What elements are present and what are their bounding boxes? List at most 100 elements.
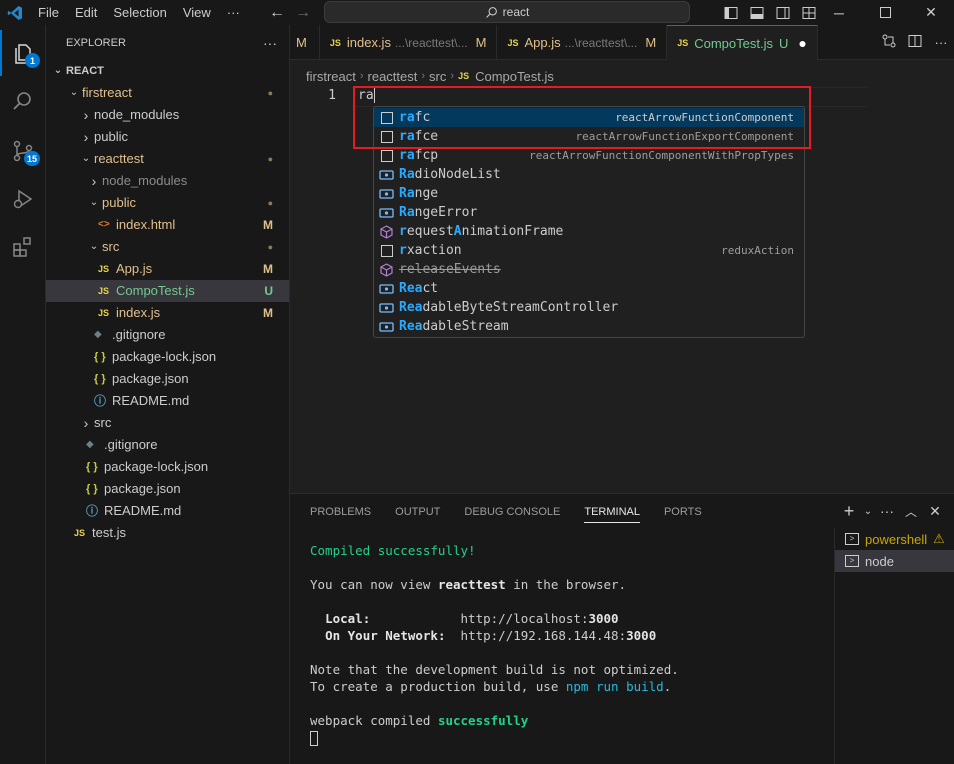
tree-item[interactable]: ⌄ src ● <box>46 236 289 258</box>
extensions-icon[interactable] <box>0 224 46 270</box>
tree-item[interactable]: { } package-lock.json <box>46 346 289 368</box>
maximize-icon[interactable] <box>862 0 908 25</box>
suggestion-item[interactable]: RadioNodeList <box>374 165 804 184</box>
chevron-right-icon: › <box>91 173 97 189</box>
tab-app-js[interactable]: JS App.js ...\reacttest\... M <box>497 25 668 60</box>
source-control-icon[interactable]: 15 <box>0 128 46 174</box>
explorer-icon[interactable]: 1 <box>0 30 46 76</box>
explorer-title: EXPLORER <box>66 36 126 49</box>
tree-item[interactable]: JS index.js M <box>46 302 289 324</box>
toggle-panel-icon[interactable] <box>744 0 770 25</box>
breadcrumb-item[interactable]: src <box>429 69 446 84</box>
js-icon: JS <box>677 38 689 48</box>
new-terminal-icon[interactable]: + <box>838 500 860 522</box>
breadcrumb-item[interactable]: CompoTest.js <box>475 69 554 84</box>
tree-item[interactable]: <> index.html M <box>46 214 289 236</box>
suggestion-item[interactable]: rxaction reduxAction <box>374 241 804 260</box>
explorer-more-actions[interactable]: ··· <box>263 35 277 51</box>
maximize-panel-icon[interactable]: ︿ <box>900 500 922 522</box>
tree-item[interactable]: { } package-lock.json <box>46 456 289 478</box>
tab-debug-console[interactable]: DEBUG CONSOLE <box>464 494 572 531</box>
tree-item[interactable]: { } package.json <box>46 368 289 390</box>
split-editor-icon[interactable] <box>902 33 928 52</box>
more-actions-icon[interactable]: ··· <box>928 35 954 50</box>
js-icon: JS <box>507 37 519 48</box>
tree-item[interactable]: › node_modules <box>46 170 289 192</box>
tab-compotest-js[interactable]: JS CompoTest.js U ● <box>667 25 818 60</box>
menu-file[interactable]: File <box>30 0 67 25</box>
git-status-indicator: ● <box>267 88 273 98</box>
workspace-section[interactable]: ⌄ REACT <box>46 60 289 82</box>
tree-item[interactable]: JS test.js <box>46 522 289 544</box>
tree-item[interactable]: › src <box>46 412 289 434</box>
chevron-right-icon: › <box>83 107 89 123</box>
suggestion-item[interactable]: RangeError <box>374 203 804 222</box>
menu-view[interactable]: View <box>175 0 219 25</box>
suggestion-item[interactable]: releaseEvents <box>374 260 804 279</box>
suggestion-item[interactable]: ReadableStream <box>374 317 804 336</box>
editor-tabs: M JS index.js ...\reacttest\... M JS App… <box>290 25 954 60</box>
source-control-badge: 15 <box>23 151 40 166</box>
terminal-item-node[interactable]: > node <box>835 550 954 572</box>
menu-more[interactable]: ··· <box>219 0 248 25</box>
tree-item[interactable]: ⓘ README.md <box>46 390 289 412</box>
title-bar: File Edit Selection View ··· ← → react ─… <box>0 0 954 25</box>
terminal-item-powershell[interactable]: > powershell ⚠ <box>835 528 954 550</box>
breadcrumb-item[interactable]: reacttest <box>368 69 418 84</box>
close-panel-icon[interactable]: ✕ <box>924 500 946 522</box>
json-icon: { } <box>94 373 106 385</box>
tree-item[interactable]: JS App.js M <box>46 258 289 280</box>
command-center-search[interactable]: react <box>324 1 690 23</box>
variable-icon <box>377 167 396 182</box>
suggestion-item[interactable]: Range <box>374 184 804 203</box>
back-arrow-icon[interactable]: ← <box>264 0 290 25</box>
toggle-primary-sidebar-icon[interactable] <box>718 0 744 25</box>
search-view-icon[interactable] <box>0 78 46 124</box>
suggestion-label: RadioNodeList <box>399 167 501 182</box>
variable-icon <box>377 319 396 334</box>
tree-item[interactable]: ⌄ reacttest ● <box>46 148 289 170</box>
menu-edit[interactable]: Edit <box>67 0 105 25</box>
chevron-down-icon: ⌄ <box>53 65 63 76</box>
tab-problems[interactable]: PROBLEMS <box>310 494 383 531</box>
activity-bar: 1 15 <box>0 25 46 764</box>
tab-terminal[interactable]: TERMINAL <box>584 494 640 523</box>
suggestion-item[interactable]: requestAnimationFrame <box>374 222 804 241</box>
close-window-icon[interactable]: ✕ <box>908 0 954 25</box>
tab-output[interactable]: OUTPUT <box>395 494 452 531</box>
tab-ports[interactable]: PORTS <box>664 494 714 531</box>
chevron-down-icon[interactable]: ⌄ <box>862 500 874 522</box>
forward-arrow-icon[interactable]: → <box>290 0 316 25</box>
compare-changes-icon[interactable] <box>876 33 902 52</box>
run-debug-icon[interactable] <box>0 176 46 222</box>
vscode-logo-icon <box>0 0 30 25</box>
tree-item[interactable]: ⌄ firstreact ● <box>46 82 289 104</box>
variable-icon <box>377 205 396 220</box>
tree-item[interactable]: { } package.json <box>46 478 289 500</box>
menu-selection[interactable]: Selection <box>105 0 174 25</box>
tree-item[interactable]: ⌄ public ● <box>46 192 289 214</box>
tree-item-label: node_modules <box>94 107 180 122</box>
tree-item-label: README.md <box>112 393 190 408</box>
terminal-list: > powershell ⚠ > node <box>834 528 954 764</box>
terminal-output[interactable]: Compiled successfully! You can now view … <box>310 542 679 746</box>
js-icon: JS <box>98 286 110 296</box>
tree-item[interactable]: › node_modules <box>46 104 289 126</box>
minimize-icon[interactable]: ─ <box>816 0 862 25</box>
tab-truncated[interactable]: M <box>290 25 320 60</box>
tree-item-label: package.json <box>112 371 189 386</box>
suggestion-item[interactable]: React <box>374 279 804 298</box>
unsaved-dot-icon[interactable]: ● <box>798 35 806 51</box>
tree-item[interactable]: ◆ .gitignore <box>46 324 289 346</box>
tree-item[interactable]: ⓘ README.md <box>46 500 289 522</box>
breadcrumb-item[interactable]: firstreact <box>306 69 356 84</box>
tree-item-label: index.html <box>116 217 176 232</box>
toggle-secondary-sidebar-icon[interactable] <box>770 0 796 25</box>
tab-index-js[interactable]: JS index.js ...\reacttest\... M <box>320 25 498 60</box>
more-actions-icon[interactable]: ··· <box>876 500 898 522</box>
tree-item[interactable]: ◆ .gitignore <box>46 434 289 456</box>
tree-item[interactable]: › public <box>46 126 289 148</box>
tree-item-label: package.json <box>104 481 181 496</box>
tree-item[interactable]: JS CompoTest.js U <box>46 280 289 302</box>
suggestion-item[interactable]: ReadableByteStreamController <box>374 298 804 317</box>
